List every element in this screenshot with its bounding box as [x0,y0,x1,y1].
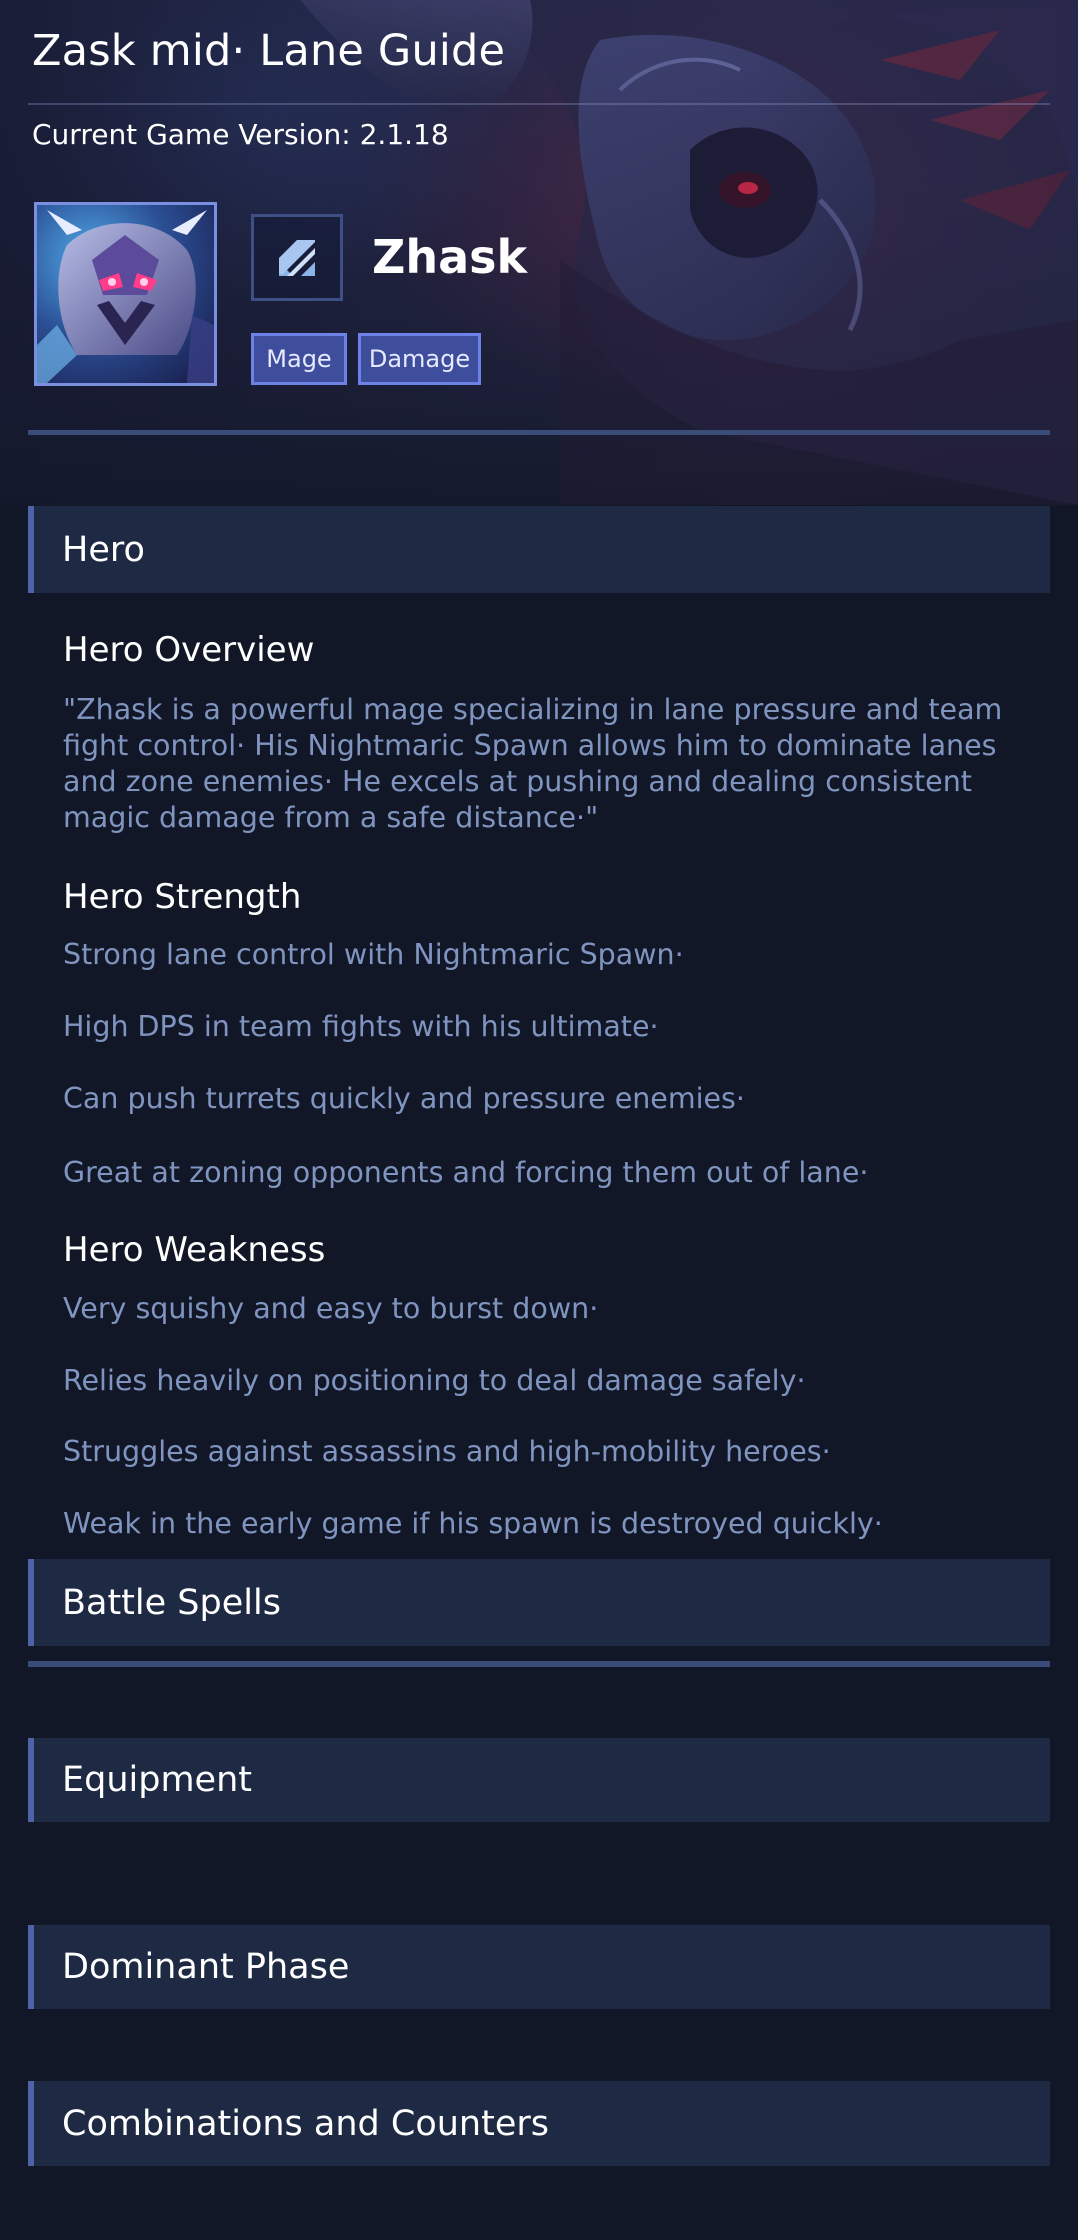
page-title: Zask mid· Lane Guide [32,26,506,76]
section-header-hero[interactable]: Hero [28,506,1050,593]
strength-item: Great at zoning opponents and forcing th… [63,1156,869,1189]
hero-strength-title: Hero Strength [63,877,302,917]
hero-banner: Zask mid· Lane Guide Current Game Versio… [0,0,1078,505]
strength-item: Strong lane control with Nightmaric Spaw… [63,938,684,971]
hero-overview-text: "Zhask is a powerful mage specializing i… [63,693,1003,834]
section-header-battle-spells[interactable]: Battle Spells [28,1559,1050,1646]
weakness-item: Struggles against assassins and high-mob… [63,1435,831,1468]
strength-item: Can push turrets quickly and pressure en… [63,1082,745,1115]
section-divider [28,1661,1050,1667]
weakness-item: Relies heavily on positioning to deal da… [63,1364,806,1397]
hero-name: Zhask [372,230,528,284]
strength-item: High DPS in team fights with his ultimat… [63,1010,659,1043]
title-divider [28,103,1050,105]
game-version: Current Game Version: 2.1.18 [32,118,449,151]
role-tag-damage: Damage [358,333,481,385]
hero-weakness-title: Hero Weakness [63,1230,326,1270]
hero-portrait-icon [37,205,214,383]
hero-portrait [34,202,217,386]
banner-divider [28,430,1050,435]
section-header-combinations-counters[interactable]: Combinations and Counters [28,2081,1050,2166]
hero-overview-title: Hero Overview [63,630,315,670]
section-header-equipment[interactable]: Equipment [28,1738,1050,1822]
weakness-item: Weak in the early game if his spawn is d… [63,1507,883,1540]
role-tag-mage: Mage [251,333,347,385]
section-header-dominant-phase[interactable]: Dominant Phase [28,1925,1050,2009]
guide-page: Zask mid· Lane Guide Current Game Versio… [0,0,1078,2240]
mage-class-icon [251,214,343,301]
weakness-item: Very squishy and easy to burst down· [63,1292,599,1325]
